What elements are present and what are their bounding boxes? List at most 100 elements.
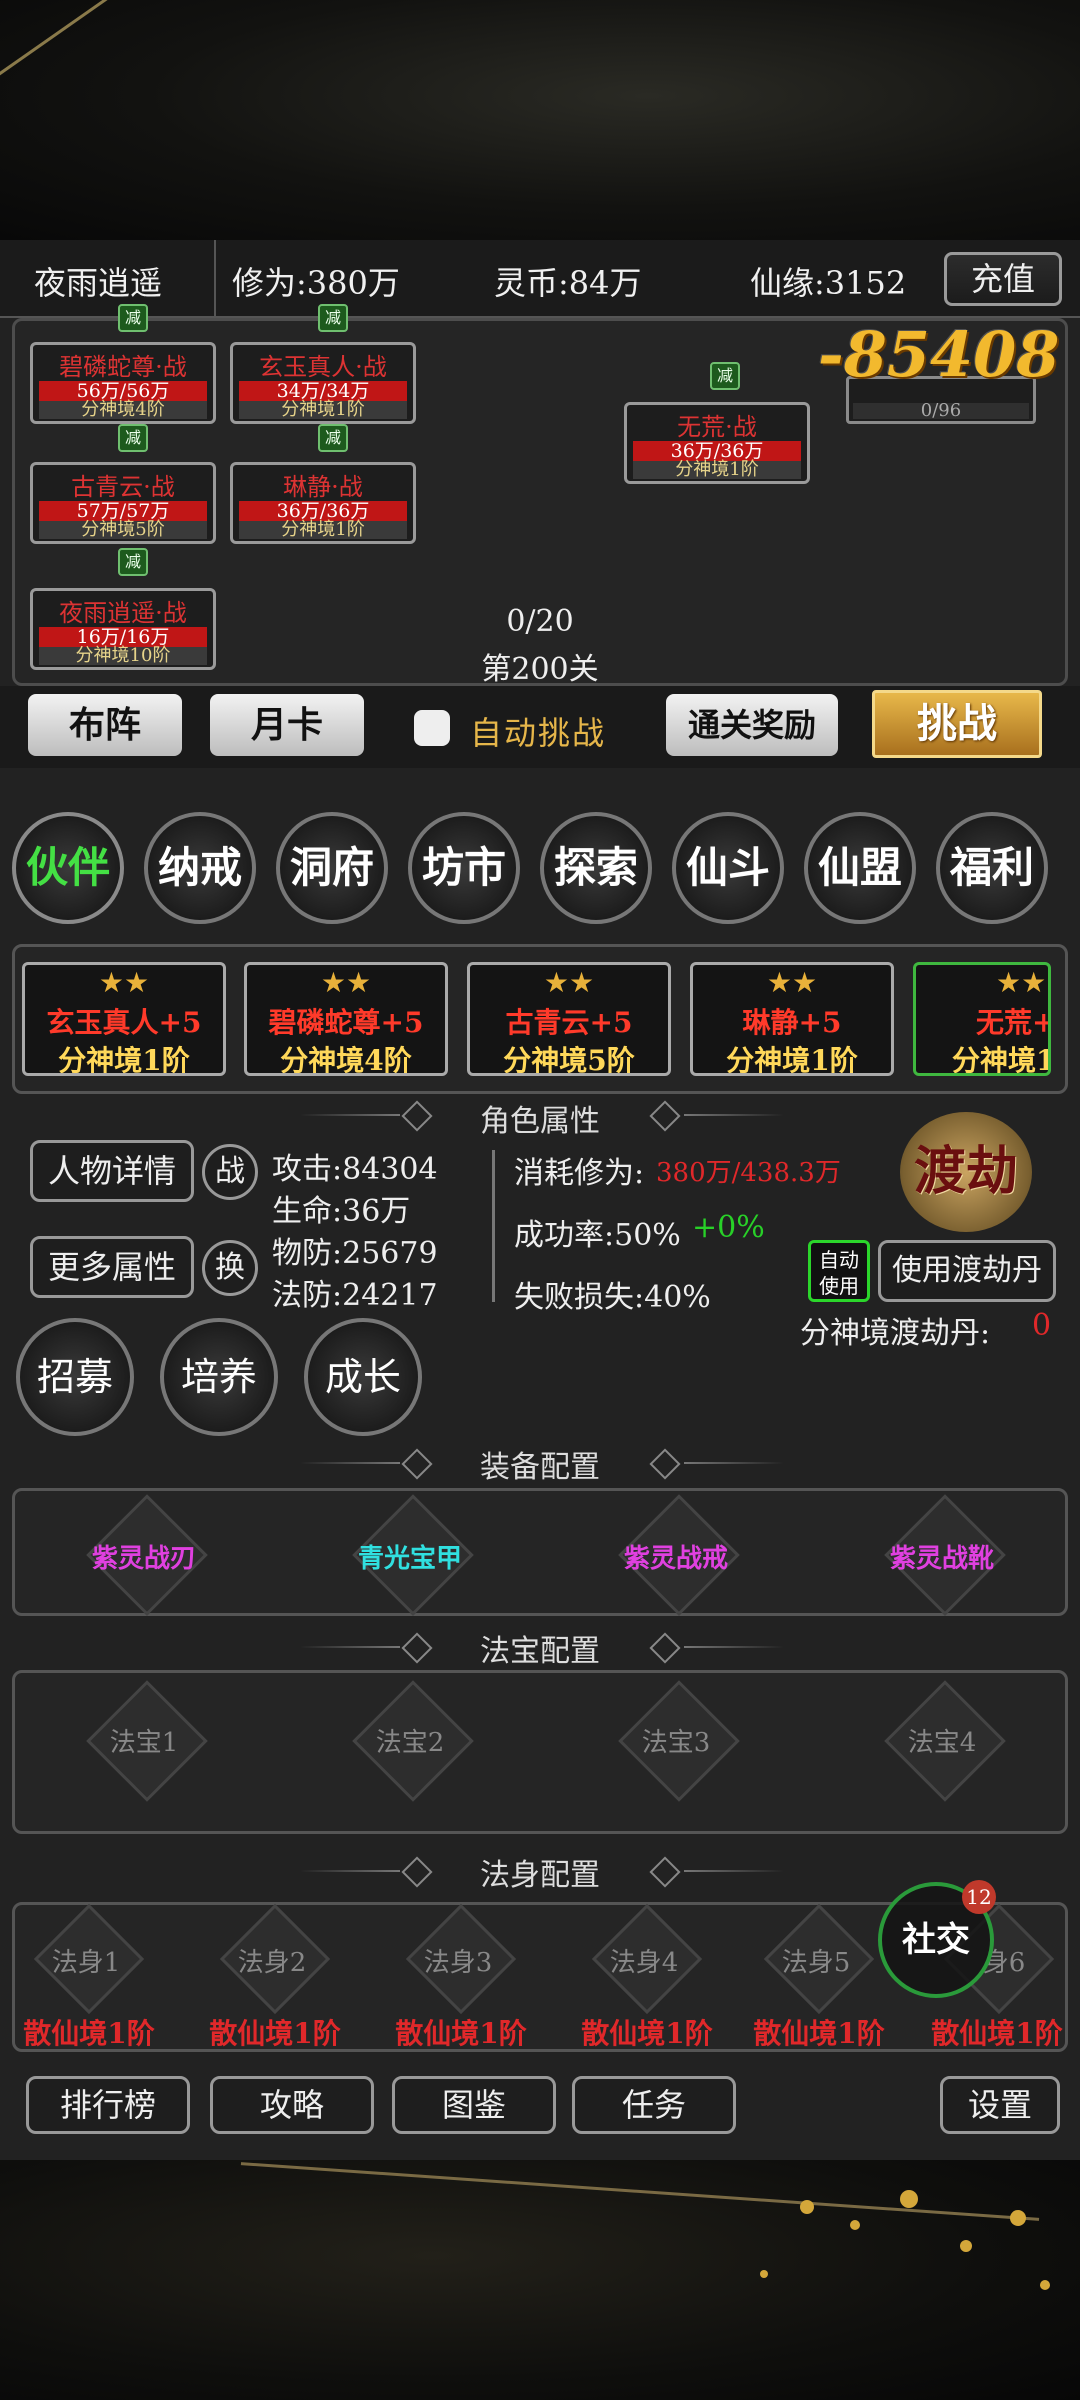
partner-name: 琳静+5 <box>742 1006 842 1039</box>
use-tribulation-pill-button[interactable]: 使用渡劫丹 <box>878 1240 1056 1302</box>
treasure-name: 法宝3 <box>641 1728 711 1758</box>
enemy-unit[interactable]: 无荒·战 36万/36万 分神境1阶 <box>624 402 810 484</box>
swap-button[interactable]: 换 <box>202 1240 258 1296</box>
grow-button[interactable]: 成长 <box>304 1318 422 1436</box>
menu-welfare[interactable]: 福利 <box>936 812 1048 924</box>
body-name: 法身3 <box>423 1948 493 1978</box>
menu-storage-ring[interactable]: 纳戒 <box>144 812 256 924</box>
equipment-name: 青光宝甲 <box>357 1544 462 1574</box>
gold-speck <box>800 2200 814 2214</box>
menu-explore[interactable]: 探索 <box>540 812 652 924</box>
reduce-badge: 减 <box>318 304 348 332</box>
star-icon: ★★ <box>98 966 150 999</box>
unit-realm: 分神境5阶 <box>39 521 207 539</box>
reduce-badge: 减 <box>710 362 740 390</box>
fate-value: 仙缘:3152 <box>750 264 907 302</box>
player-name[interactable]: 夜雨逍遥 <box>34 258 162 304</box>
auto-use-text: 使用 <box>819 1274 859 1298</box>
gold-speck <box>960 2240 972 2252</box>
partner-card[interactable]: ★★ 玄玉真人+5 分神境1阶 <box>22 962 226 1076</box>
body-name: 法身5 <box>781 1948 851 1978</box>
menu-partner[interactable]: 伙伴 <box>12 812 124 924</box>
partner-card[interactable]: ★★ 无荒+ 分神境1 <box>913 962 1051 1076</box>
character-detail-button[interactable]: 人物详情 <box>30 1140 194 1202</box>
treasure-name: 法宝4 <box>907 1728 977 1758</box>
partner-name: 碧磷蛇尊+5 <box>268 1006 424 1039</box>
treasure-name: 法宝1 <box>109 1728 179 1758</box>
gold-speck <box>760 2270 768 2278</box>
body-realm: 散仙境1阶 <box>23 2017 155 2050</box>
monthly-card-button[interactable]: 月卡 <box>210 694 364 756</box>
unit-hp: 57万/57万 <box>39 501 207 521</box>
auto-challenge-checkbox[interactable] <box>414 710 450 746</box>
unit-realm: 分神境1阶 <box>239 521 407 539</box>
clear-reward-button[interactable]: 通关奖励 <box>666 694 838 756</box>
magic-defense-stat: 法防:24217 <box>272 1278 438 1313</box>
recharge-button[interactable]: 充值 <box>944 252 1062 306</box>
partner-card[interactable]: ★★ 古青云+5 分神境5阶 <box>467 962 671 1076</box>
unit-realm: 分神境10阶 <box>39 647 207 665</box>
attack-stat: 攻击:84304 <box>272 1152 438 1187</box>
more-attributes-button[interactable]: 更多属性 <box>30 1236 194 1298</box>
cost-value: 380万/438.3万 <box>656 1158 841 1188</box>
fail-loss: 失败损失:40% <box>514 1280 711 1315</box>
body-name: 法身2 <box>237 1948 307 1978</box>
unit-hp: 36万/36万 <box>633 441 801 461</box>
ally-unit[interactable]: 碧磷蛇尊·战 56万/56万 分神境4阶 <box>30 342 216 424</box>
gold-stroke <box>0 0 127 79</box>
menu-immortal-duel[interactable]: 仙斗 <box>672 812 784 924</box>
tribulation-button[interactable]: 渡劫 <box>900 1112 1032 1232</box>
quest-button[interactable]: 任务 <box>572 2076 736 2134</box>
divider <box>492 1150 495 1302</box>
menu-alliance[interactable]: 仙盟 <box>804 812 916 924</box>
cost-label: 消耗修为: <box>514 1156 645 1191</box>
life-stat: 生命:36万 <box>272 1194 411 1229</box>
settings-button[interactable]: 设置 <box>940 2076 1060 2134</box>
spirit-coin-value: 灵币:84万 <box>494 264 642 302</box>
fight-button[interactable]: 战 <box>202 1144 258 1200</box>
body-realm: 散仙境1阶 <box>753 2017 885 2050</box>
success-rate: 成功率:50% <box>514 1218 681 1253</box>
stage-number: 第200关 <box>481 652 599 687</box>
resource-header: 夜雨逍遥 修为:380万 灵币:84万 仙缘:3152 充值 <box>0 240 1080 318</box>
challenge-button[interactable]: 挑战 <box>872 690 1042 758</box>
body-realm: 散仙境1阶 <box>581 2017 713 2050</box>
pill-label: 分神境渡劫丹: <box>800 1316 991 1351</box>
reduce-badge: 减 <box>118 548 148 576</box>
gold-stroke <box>240 2162 1040 2221</box>
auto-challenge-label: 自动挑战 <box>470 714 607 752</box>
unit-name: 碧磷蛇尊·战 <box>59 353 187 381</box>
formation-button[interactable]: 布阵 <box>28 694 182 756</box>
unit-hp: 56万/56万 <box>39 381 207 401</box>
unit-hp: 36万/36万 <box>239 501 407 521</box>
leaderboard-button[interactable]: 排行榜 <box>26 2076 190 2134</box>
ally-unit[interactable]: 琳静·战 36万/36万 分神境1阶 <box>230 462 416 544</box>
unit-name: 古青云·战 <box>71 473 175 501</box>
recruit-button[interactable]: 招募 <box>16 1318 134 1436</box>
menu-cave[interactable]: 洞府 <box>276 812 388 924</box>
partner-realm: 分神境1 <box>952 1044 1051 1076</box>
bottom-background <box>0 2160 1080 2400</box>
enemy-progress-text: 0/96 <box>853 402 1029 420</box>
unit-name: 无荒·战 <box>677 413 757 441</box>
unit-realm: 分神境1阶 <box>239 401 407 419</box>
partner-card[interactable]: ★★ 碧磷蛇尊+5 分神境4阶 <box>244 962 448 1076</box>
auto-use-text: 自动 <box>819 1248 859 1272</box>
train-button[interactable]: 培养 <box>160 1318 278 1436</box>
guide-button[interactable]: 攻略 <box>210 2076 374 2134</box>
partner-card[interactable]: ★★ 琳静+5 分神境1阶 <box>690 962 894 1076</box>
unit-realm: 分神境1阶 <box>633 461 801 479</box>
codex-button[interactable]: 图鉴 <box>392 2076 556 2134</box>
unit-name: 琳静·战 <box>283 473 363 501</box>
auto-use-toggle[interactable]: 自动 使用 <box>808 1240 870 1302</box>
partner-realm: 分神境1阶 <box>726 1044 858 1076</box>
ally-unit[interactable]: 古青云·战 57万/57万 分神境5阶 <box>30 462 216 544</box>
ally-unit[interactable]: 玄玉真人·战 34万/34万 分神境1阶 <box>230 342 416 424</box>
cultivation-value: 修为:380万 <box>232 264 400 302</box>
unit-hp: 34万/34万 <box>239 381 407 401</box>
menu-market[interactable]: 坊市 <box>408 812 520 924</box>
star-icon: ★★ <box>320 966 372 999</box>
ally-unit[interactable]: 夜雨逍遥·战 16万/16万 分神境10阶 <box>30 588 216 670</box>
partner-realm: 分神境5阶 <box>503 1044 635 1076</box>
notification-badge: 12 <box>962 1880 996 1914</box>
